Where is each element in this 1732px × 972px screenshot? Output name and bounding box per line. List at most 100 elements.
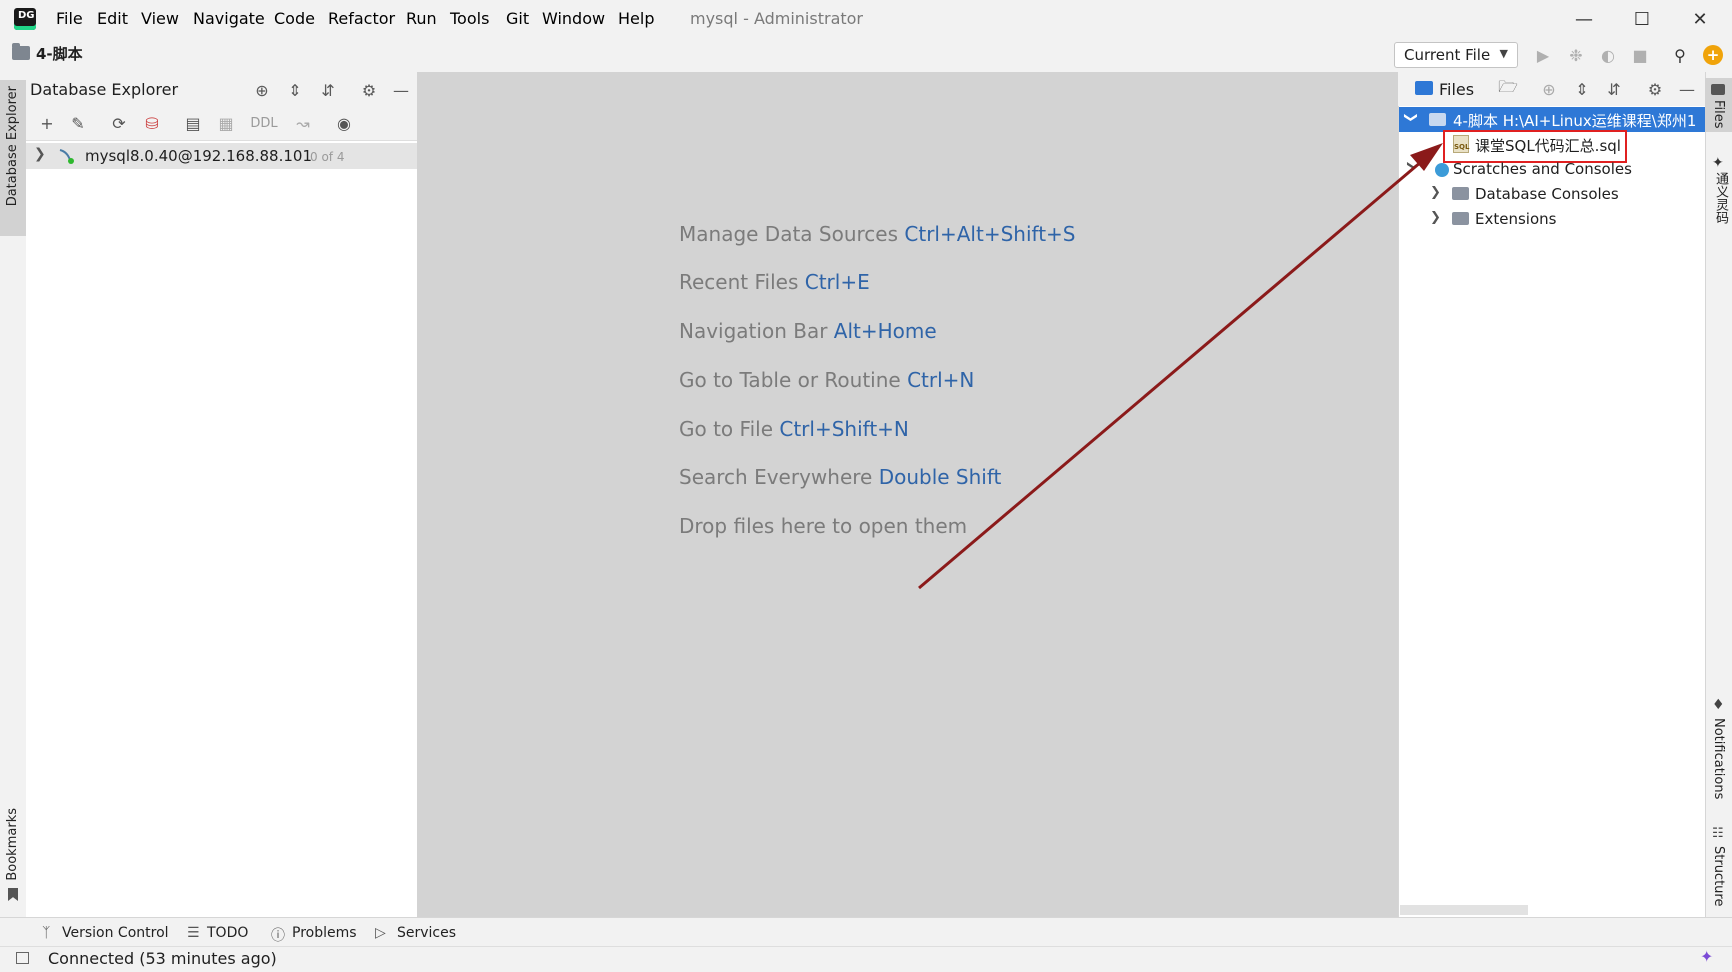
tab-services[interactable]: Services [397,925,456,941]
structure-tab[interactable]: Structure [1711,846,1726,906]
breadcrumb[interactable]: 4-脚本 [36,43,83,64]
locate-icon[interactable]: ⊕ [1538,78,1560,100]
list-icon: ☰ [187,925,200,941]
menu-help[interactable]: Help [618,9,654,28]
datasource-label: mysql8.0.40@192.168.88.101 [85,147,312,165]
expand-all-icon[interactable]: ⇕ [284,79,306,101]
chevron-right-icon[interactable]: ❯ [1430,210,1441,225]
branch-icon: ᛉ [42,925,51,941]
hide-panel-icon[interactable]: — [390,79,412,101]
update-icon[interactable]: + [1703,45,1723,65]
mysql-datasource-icon [59,149,74,164]
folder-icon [1711,84,1725,95]
hide-panel-icon[interactable]: — [1676,78,1698,100]
folder-icon [1429,113,1446,126]
properties-icon[interactable]: ✎ [67,112,89,134]
tab-problems[interactable]: Problems [292,925,357,941]
hint-text: Drop files here to open them [679,514,968,538]
app-logo-icon: DG [14,8,36,30]
coverage-icon[interactable]: ◐ [1597,44,1619,66]
files-title: Files [1439,80,1475,99]
services-icon: ▷ [375,925,386,941]
hint-shortcut: Ctrl+Shift+N [779,417,909,441]
menu-code[interactable]: Code [274,9,315,28]
gear-icon[interactable]: ⚙ [358,79,380,101]
hint-go-to-table: Go to Table or Routine Ctrl+N [679,368,974,392]
menu-git[interactable]: Git [506,9,529,28]
hint-shortcut: Ctrl+Alt+Shift+S [904,222,1076,246]
menu-run[interactable]: Run [406,9,437,28]
refresh-icon[interactable]: ⟳ [108,112,130,134]
hint-shortcut: Double Shift [878,465,1002,489]
chevron-down-icon: ▼ [1499,47,1508,60]
tab-todo[interactable]: TODO [207,925,248,941]
hint-drop-files: Drop files here to open them [679,514,967,538]
bell-icon: ♦ [1712,697,1725,713]
hint-text: Go to Table or Routine [679,368,901,392]
collapse-all-icon[interactable]: ⇵ [317,79,339,101]
stop-icon[interactable]: ■ [1629,44,1651,66]
chevron-down-icon[interactable]: ❯ [1406,160,1421,171]
debug-icon[interactable]: ❉ [1565,44,1587,66]
tab-version-control[interactable]: Version Control [62,925,169,941]
extensions-label[interactable]: Extensions [1475,210,1556,228]
hint-recent-files: Recent Files Ctrl+E [679,270,870,294]
close-window-button[interactable]: ✕ [1671,2,1729,36]
menu-navigate[interactable]: Navigate [193,9,265,28]
chevron-right-icon[interactable]: ❯ [34,146,46,162]
run-icon[interactable]: ▶ [1532,44,1554,66]
chevron-right-icon[interactable]: ❯ [1430,185,1441,200]
menu-refactor[interactable]: Refactor [328,9,395,28]
bookmarks-tab[interactable]: Bookmarks [5,808,20,881]
hint-text: Navigation Bar [679,319,828,343]
maximize-button[interactable]: ☐ [1613,2,1671,36]
database-consoles-label[interactable]: Database Consoles [1475,185,1619,203]
open-folder-icon[interactable]: 🗁 [1497,77,1519,100]
hint-go-to-file: Go to File Ctrl+Shift+N [679,417,909,441]
window-title: mysql - Administrator [690,9,864,28]
database-explorer-tab[interactable]: Database Explorer [0,80,26,236]
hint-text: Manage Data Sources [679,222,899,246]
menu-edit[interactable]: Edit [97,9,128,28]
ddl-button[interactable]: DDL [248,112,280,134]
locate-icon[interactable]: ⊕ [251,79,273,101]
files-folder-icon [1415,81,1433,95]
add-icon[interactable]: + [36,112,58,134]
hint-navigation-bar: Navigation Bar Alt+Home [679,319,937,343]
editor-empty-area[interactable] [417,72,1398,917]
hint-manage-data-sources: Manage Data Sources Ctrl+Alt+Shift+S [679,222,1075,246]
search-icon[interactable]: ⚲ [1669,44,1691,66]
expand-all-icon[interactable]: ⇕ [1571,78,1593,100]
tongyi-icon: ✦ [1712,155,1724,171]
menu-window[interactable]: Window [542,9,605,28]
table-icon[interactable]: ▦ [215,112,237,134]
disconnect-icon[interactable]: ⛁ [141,112,163,134]
datasource-count: 0 of 4 [310,150,345,164]
run-config-label: Current File [1404,46,1491,64]
gear-icon[interactable]: ⚙ [1644,78,1666,100]
notifications-tab[interactable]: Notifications [1711,718,1726,799]
ai-assistant-icon[interactable]: ✦ [1700,947,1713,966]
jump-icon[interactable]: ↝ [292,112,314,134]
folder-icon [1452,212,1469,225]
collapse-all-icon[interactable]: ⇵ [1603,78,1625,100]
hint-shortcut: Alt+Home [833,319,937,343]
folder-icon [12,43,30,60]
database-explorer-title: Database Explorer [30,80,179,99]
menu-tools[interactable]: Tools [450,9,489,28]
view-options-icon[interactable]: ◉ [333,112,355,134]
run-config-select[interactable]: Current File ▼ [1394,42,1518,68]
toggle-tool-windows-icon[interactable] [16,952,29,964]
sql-console-icon[interactable]: ▤ [182,112,204,134]
scratches-label[interactable]: Scratches and Consoles [1453,160,1632,178]
horizontal-scrollbar[interactable] [1400,905,1528,915]
database-explorer-tab-label: Database Explorer [5,86,20,207]
hint-search-everywhere: Search Everywhere Double Shift [679,465,1001,489]
menu-view[interactable]: View [141,9,179,28]
menu-file[interactable]: File [56,9,83,28]
hint-text: Go to File [679,417,773,441]
tongyi-tab[interactable]: 通义灵码 [1711,172,1730,224]
scratches-icon [1435,163,1449,177]
minimize-button[interactable]: — [1555,2,1613,36]
chevron-down-icon[interactable]: ❯ [1403,112,1418,123]
